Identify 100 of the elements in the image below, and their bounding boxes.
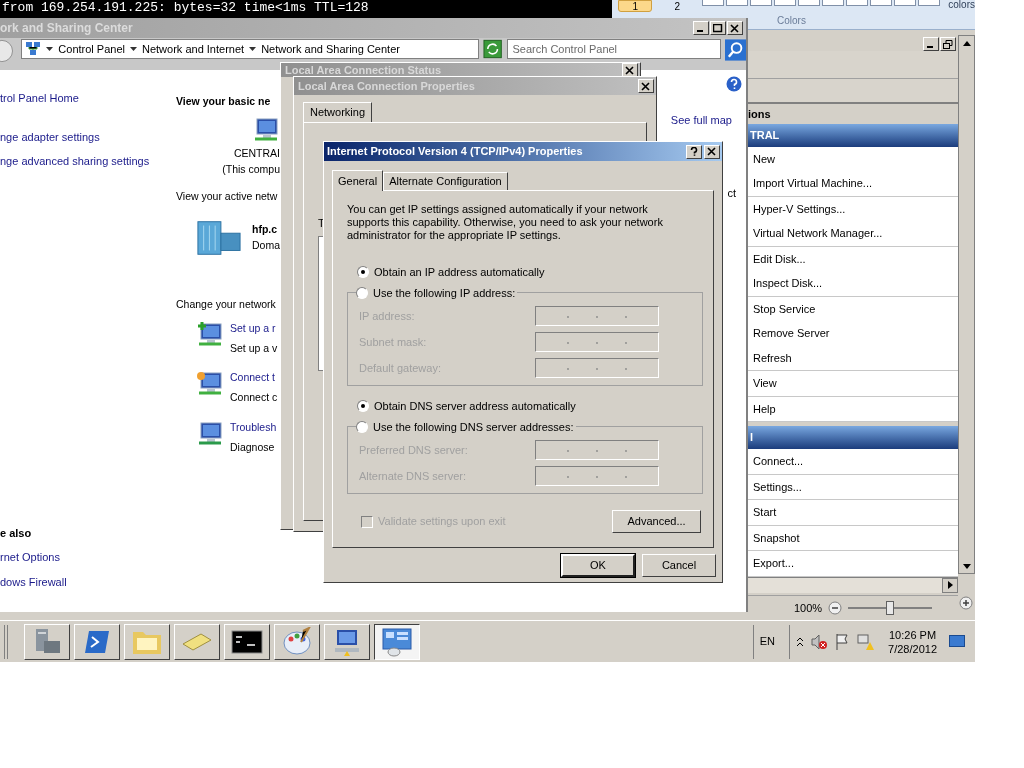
chevron-icon[interactable] (249, 47, 257, 51)
search-icon[interactable] (724, 39, 746, 61)
minimize-button[interactable] (923, 37, 939, 52)
ok-button[interactable]: OK (561, 554, 635, 577)
restore-button[interactable] (940, 37, 956, 52)
address-bar[interactable]: Control Panel Network and Internet Network and Sharing Center (21, 39, 480, 59)
chevron-icon[interactable] (46, 47, 54, 51)
radio-label[interactable]: Use the following IP address: (373, 285, 516, 302)
nav-link[interactable]: dows Firewall (0, 573, 67, 590)
chevron-icon[interactable] (130, 47, 137, 51)
tab[interactable]: Networking (303, 102, 373, 122)
console-line: from 169.254.191.225: bytes=32 time<1ms TTL=128 (2, 0, 369, 15)
color-swatch[interactable] (702, 0, 725, 6)
action-item[interactable]: Connect... (753, 453, 804, 470)
close-button[interactable] (638, 79, 654, 93)
radio-label[interactable]: Use the following DNS server addresses: (373, 419, 574, 436)
color-swatch[interactable] (870, 0, 893, 6)
nav-link[interactable]: trol Panel Home (0, 90, 79, 107)
show-desktop-icon[interactable] (949, 634, 965, 649)
ribbon-button[interactable]: 1 (618, 0, 653, 12)
close-icon (625, 65, 635, 75)
slider-thumb[interactable] (886, 600, 895, 615)
tab[interactable]: Alternate Configuration (383, 172, 508, 190)
radio-button[interactable] (356, 287, 368, 300)
question-mark-icon (689, 147, 699, 156)
radio-button[interactable] (357, 400, 369, 412)
color-swatch[interactable] (798, 0, 821, 6)
cancel-button[interactable]: Cancel (642, 554, 716, 577)
ip-address-field[interactable] (535, 440, 659, 460)
task-link[interactable]: Set up a r (230, 320, 278, 337)
color-swatch[interactable] (846, 0, 869, 6)
breadcrumb-item[interactable]: Network and Internet (142, 40, 245, 58)
clock-date[interactable]: 7/28/2012 (888, 641, 937, 656)
color-swatch[interactable] (774, 0, 797, 6)
nav-link[interactable]: nge advanced sharing settings (0, 153, 150, 170)
ip-address-field[interactable] (535, 306, 659, 326)
color-swatch[interactable] (750, 0, 773, 6)
action-item[interactable]: Import Virtual Machine... (753, 175, 872, 192)
connect-network-icon (196, 370, 224, 397)
action-item[interactable]: Virtual Network Manager... (753, 225, 883, 242)
task-link[interactable]: Connect t (230, 370, 278, 386)
close-button[interactable] (727, 21, 743, 35)
help-icon[interactable] (726, 76, 742, 92)
action-item[interactable]: Snapshot (753, 529, 800, 547)
radio-label[interactable]: Obtain an IP address automatically (374, 263, 545, 281)
nav-link[interactable]: rnet Options (0, 549, 60, 566)
advanced-button[interactable]: Advanced... (612, 510, 701, 533)
close-button[interactable] (704, 144, 720, 159)
see-full-map-link[interactable]: See full map (670, 112, 732, 129)
action-item[interactable]: Inspect Disk... (753, 275, 823, 292)
action-item[interactable]: Help (753, 400, 776, 418)
breadcrumb-item[interactable]: Network and Sharing Center (261, 40, 400, 58)
palette-icon (281, 626, 313, 657)
flag-icon[interactable] (834, 632, 851, 651)
action-item[interactable]: Export... (753, 555, 794, 572)
chevron-up-icon[interactable] (796, 636, 805, 647)
color-swatch[interactable] (822, 0, 845, 6)
task-link[interactable]: Troublesh (230, 419, 277, 436)
section-heading: View your active netw (176, 189, 278, 205)
ribbon-button[interactable]: 2 (660, 0, 695, 12)
ip-address-field[interactable] (535, 466, 659, 486)
breadcrumb-item[interactable]: Control Panel (58, 40, 125, 58)
action-item[interactable]: View (753, 375, 777, 392)
nav-link[interactable]: nge adapter settings (0, 128, 100, 145)
ip-address-field[interactable] (535, 332, 659, 352)
actions-header: ions (748, 106, 771, 122)
action-item[interactable]: Remove Server (753, 325, 830, 342)
tab[interactable]: General (332, 170, 384, 191)
action-item[interactable]: Hyper-V Settings... (753, 200, 846, 218)
action-item[interactable]: Refresh (753, 349, 792, 367)
taskbar-grip[interactable] (4, 624, 8, 659)
radio-button[interactable] (357, 266, 369, 278)
help-button[interactable] (686, 144, 702, 159)
search-field[interactable]: Search Control Panel (506, 39, 721, 59)
radio-label[interactable]: Obtain DNS server address automatically (374, 397, 576, 415)
zoom-out-icon[interactable] (828, 600, 843, 615)
text-fragment: ct (727, 185, 736, 201)
color-swatch[interactable] (918, 0, 941, 6)
action-item[interactable]: Edit Disk... (753, 250, 806, 268)
ip-address-field[interactable] (535, 358, 659, 378)
action-item[interactable]: Settings... (753, 478, 802, 496)
action-item[interactable]: Start (753, 504, 777, 521)
action-item[interactable]: New (753, 150, 775, 168)
minimize-button[interactable] (693, 21, 709, 35)
close-icon (707, 147, 717, 156)
language-indicator[interactable]: EN (759, 633, 776, 650)
action-item[interactable]: Stop Service (753, 300, 816, 318)
color-swatch[interactable] (894, 0, 917, 6)
maximize-button[interactable] (710, 21, 726, 35)
vertical-scrollbar[interactable] (958, 35, 975, 574)
taskbar-button[interactable] (374, 623, 420, 660)
zoom-slider[interactable] (848, 600, 933, 615)
refresh-icon[interactable] (483, 39, 503, 59)
speaker-muted-icon[interactable] (810, 632, 829, 651)
max-icon (713, 23, 723, 33)
radio-button[interactable] (356, 421, 368, 434)
clock-time[interactable]: 10:26 PM (889, 627, 937, 642)
zoom-in-icon[interactable] (959, 596, 973, 610)
color-swatch[interactable] (726, 0, 749, 6)
close-button[interactable] (622, 63, 638, 77)
